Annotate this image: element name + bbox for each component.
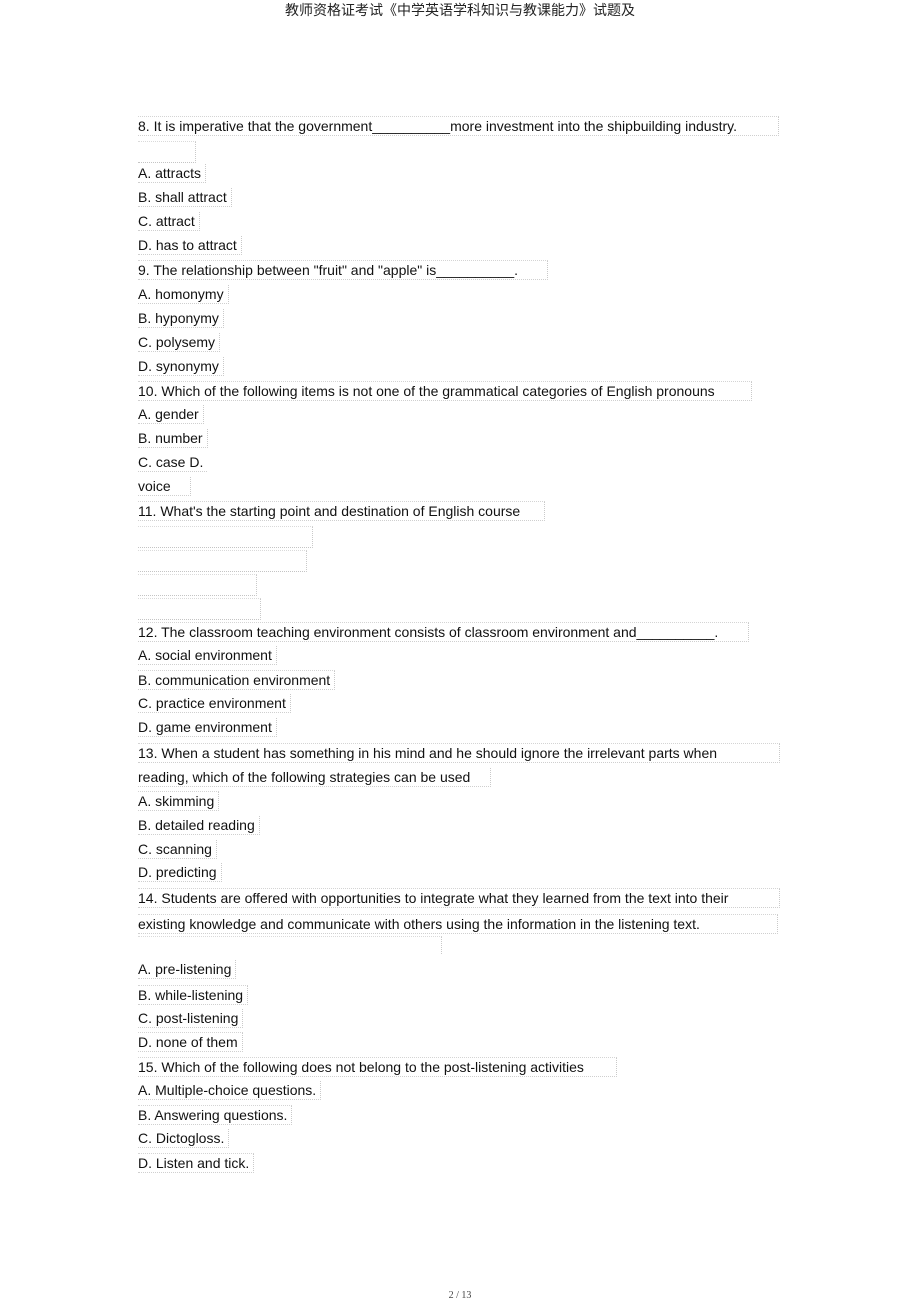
question-13-option-d: D. predicting bbox=[138, 863, 222, 882]
document-header: 教师资格证考试《中学英语学科知识与教课能力》试题及 bbox=[285, 3, 635, 19]
question-14-text-line-2: existing knowledge and communicate with … bbox=[138, 914, 778, 934]
page-number: 2 / 13 bbox=[448, 1290, 472, 1301]
question-8-text: 8. It is imperative that the government_… bbox=[138, 116, 779, 136]
question-13-text-line-1: 13. When a student has something in his … bbox=[138, 743, 780, 763]
question-8-option-b: B. shall attract bbox=[138, 188, 232, 207]
question-13-text-line-2: reading, which of the following strategi… bbox=[138, 768, 491, 787]
question-10-text: 10. Which of the following items is not … bbox=[138, 381, 752, 401]
question-10-option-c-d: C. case D. bbox=[138, 453, 208, 472]
empty-answer-line bbox=[138, 574, 257, 596]
question-15-option-c: C. Dictogloss. bbox=[138, 1129, 230, 1148]
question-8-option-d: D. has to attract bbox=[138, 236, 242, 255]
question-12-option-c: C. practice environment bbox=[138, 694, 291, 713]
question-13-option-a: A. skimming bbox=[138, 791, 220, 811]
empty-answer-box bbox=[138, 141, 196, 163]
question-15-option-a: A. Multiple-choice questions. bbox=[138, 1081, 322, 1100]
question-14-text-line-1: 14. Students are offered with opportunit… bbox=[138, 888, 780, 908]
question-12-option-a: A. social environment bbox=[138, 646, 277, 665]
question-9-option-d: D. synonymy bbox=[138, 357, 224, 376]
empty-answer-box bbox=[138, 936, 442, 954]
question-9-option-c: C. polysemy bbox=[138, 333, 221, 352]
question-9-option-b: B. hyponymy bbox=[138, 309, 224, 328]
empty-answer-line bbox=[138, 550, 307, 572]
question-14-option-d: D. none of them bbox=[138, 1032, 243, 1052]
question-13-option-c: C. scanning bbox=[138, 840, 217, 859]
question-9-option-a: A. homonymy bbox=[138, 285, 229, 304]
question-12-option-d: D. game environment bbox=[138, 718, 277, 737]
question-8-option-a: A. attracts bbox=[138, 164, 207, 183]
empty-answer-line bbox=[138, 598, 261, 620]
question-14-option-c: C. post-listening bbox=[138, 1009, 244, 1028]
question-15-option-b: B. Answering questions. bbox=[138, 1105, 293, 1125]
question-13-option-b: B. detailed reading bbox=[138, 816, 260, 835]
empty-answer-line bbox=[138, 526, 313, 548]
question-11-text: 11. What's the starting point and destin… bbox=[138, 501, 545, 521]
question-14-option-a: A. pre-listening bbox=[138, 960, 237, 979]
question-10-option-d-continued: voice bbox=[138, 477, 191, 496]
question-9-text: 9. The relationship between "fruit" and … bbox=[138, 260, 548, 280]
question-15-text: 15. Which of the following does not belo… bbox=[138, 1057, 617, 1077]
question-12-text: 12. The classroom teaching environment c… bbox=[138, 622, 749, 642]
question-10-option-a: A. gender bbox=[138, 405, 204, 424]
question-14-option-b: B. while-listening bbox=[138, 985, 249, 1005]
question-10-option-b: B. number bbox=[138, 429, 208, 448]
question-15-option-d: D. Listen and tick. bbox=[138, 1153, 255, 1173]
question-8-option-c: C. attract bbox=[138, 212, 200, 231]
question-12-option-b: B. communication environment bbox=[138, 670, 336, 690]
